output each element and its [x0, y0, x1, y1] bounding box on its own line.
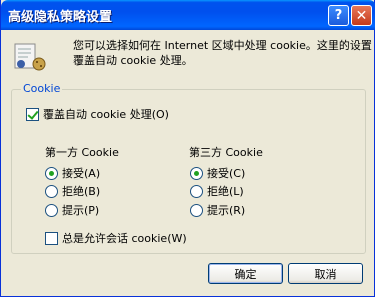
override-label[interactable]: 覆盖自动 cookie 处理(O): [43, 106, 169, 122]
third-party-block-radio[interactable]: [190, 184, 203, 198]
first-party-block-label[interactable]: 拒绝(B): [62, 183, 100, 199]
first-party-block-row[interactable]: 拒绝(B): [45, 183, 100, 199]
first-party-heading: 第一方 Cookie: [45, 146, 119, 159]
first-party-block-radio[interactable]: [45, 184, 58, 198]
close-icon: ✕: [355, 7, 368, 24]
help-icon: ?: [334, 8, 343, 23]
title-bar[interactable]: 高级隐私策略设置 ? ✕: [1, 0, 375, 30]
first-party-prompt-label[interactable]: 提示(P): [62, 202, 99, 218]
ok-label: 确定: [234, 267, 257, 281]
first-party-accept-row[interactable]: 接受(A): [45, 165, 100, 181]
third-party-heading: 第三方 Cookie: [189, 146, 263, 159]
help-button[interactable]: ?: [328, 5, 349, 26]
override-checkbox[interactable]: [26, 107, 39, 121]
first-party-accept-radio[interactable]: [45, 166, 58, 180]
third-party-prompt-label[interactable]: 提示(R): [207, 202, 245, 218]
first-party-accept-label[interactable]: 接受(A): [62, 165, 100, 181]
session-label[interactable]: 总是允许会话 cookie(W): [62, 230, 187, 246]
cookie-privacy-icon: [14, 43, 46, 71]
third-party-block-label[interactable]: 拒绝(L): [207, 183, 244, 199]
groupbox-title: Cookie: [21, 82, 63, 95]
third-party-prompt-radio[interactable]: [190, 203, 203, 217]
close-button[interactable]: ✕: [351, 5, 372, 26]
cancel-label: 取消: [314, 267, 337, 281]
session-checkbox-row[interactable]: 总是允许会话 cookie(W): [45, 230, 187, 246]
cancel-button[interactable]: 取消: [288, 263, 363, 284]
dialog-window: 高级隐私策略设置 ? ✕ 您可以选择如何在 Internet 区域中处理 coo…: [0, 0, 375, 297]
ok-button[interactable]: 确定: [208, 263, 283, 284]
session-checkbox[interactable]: [45, 231, 58, 245]
third-party-accept-label[interactable]: 接受(C): [207, 165, 245, 181]
first-party-prompt-row[interactable]: 提示(P): [45, 202, 99, 218]
third-party-accept-radio[interactable]: [190, 166, 203, 180]
third-party-block-row[interactable]: 拒绝(L): [190, 183, 244, 199]
third-party-prompt-row[interactable]: 提示(R): [190, 202, 245, 218]
override-checkbox-row[interactable]: 覆盖自动 cookie 处理(O): [26, 106, 169, 122]
window-title: 高级隐私策略设置: [8, 10, 113, 25]
description-text: 您可以选择如何在 Internet 区域中处理 cookie。这里的设置覆盖自动…: [73, 39, 372, 67]
first-party-prompt-radio[interactable]: [45, 203, 58, 217]
third-party-accept-row[interactable]: 接受(C): [190, 165, 245, 181]
